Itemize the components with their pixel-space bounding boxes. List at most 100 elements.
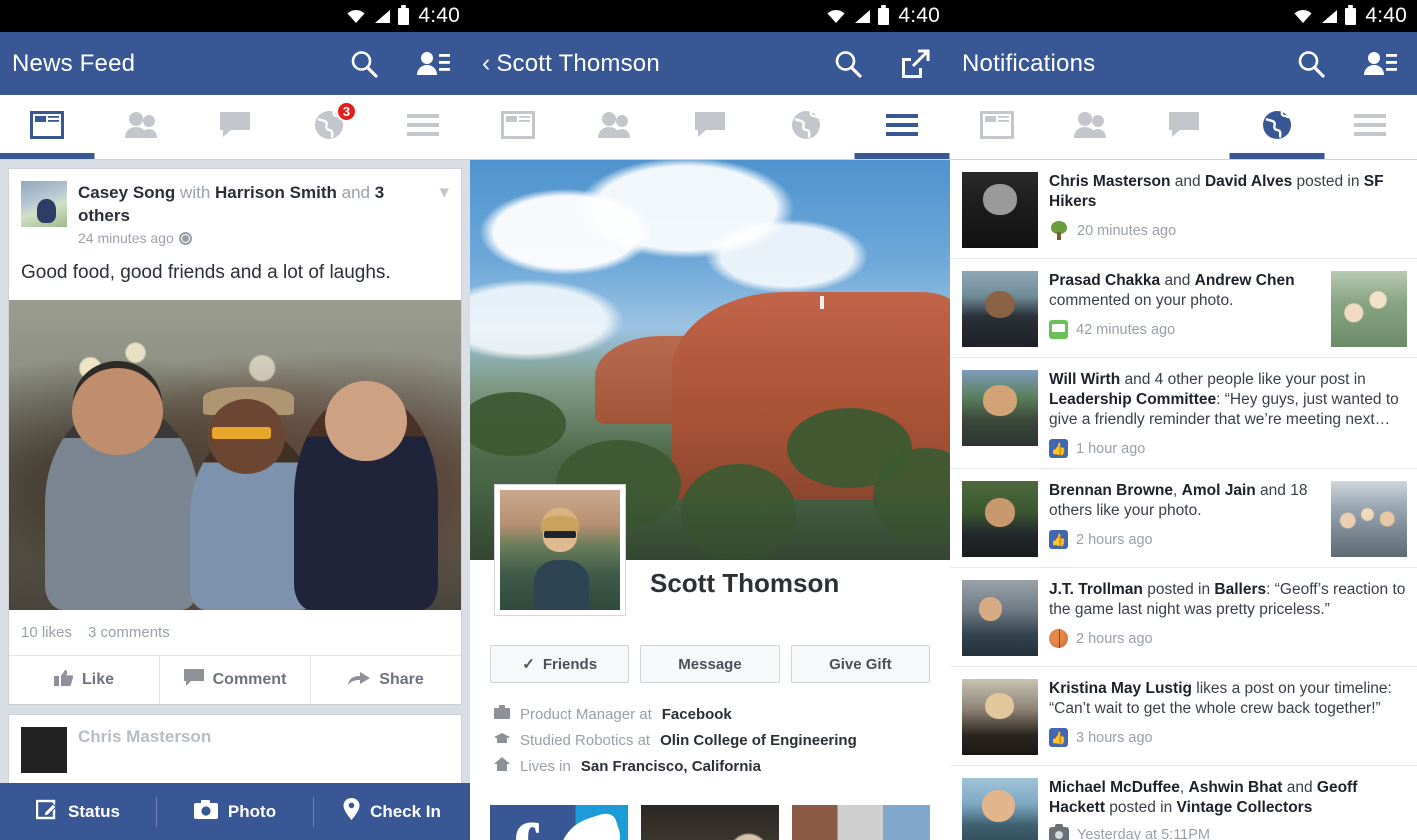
education-school[interactable]: Olin College of Engineering (660, 732, 857, 749)
notification-text: Prasad Chakka and Andrew Chen commented … (1049, 272, 1295, 309)
post-tagged[interactable]: Harrison Smith (215, 183, 337, 202)
tab-friends[interactable] (1043, 95, 1136, 159)
battery-icon (878, 4, 890, 25)
profile-picture[interactable] (495, 485, 625, 615)
post-actions: Like Comment Share (9, 656, 461, 704)
home-icon (494, 757, 510, 775)
newsfeed-icon (979, 110, 1014, 144)
notifications-list[interactable]: Chris Masterson and David Alves posted i… (950, 160, 1417, 840)
notification-row[interactable]: Brennan Browne, Amol Jain and 18 others … (950, 469, 1417, 568)
share-button[interactable]: Share (311, 656, 461, 704)
app-bar: Notifications (950, 32, 1417, 95)
notification-thumbnail[interactable] (1331, 271, 1407, 347)
feed-post-card-next[interactable]: Chris Masterson (8, 714, 462, 786)
news-feed-list[interactable]: Casey Song with Harrison Smith and 3 oth… (0, 160, 470, 840)
tab-more[interactable] (1324, 95, 1417, 159)
messages-icon (694, 111, 726, 144)
profile-photo-tiles: f (490, 805, 930, 840)
post-author[interactable]: Chris Masterson (78, 727, 211, 773)
friend-requests-icon[interactable] (416, 49, 450, 79)
notification-row[interactable]: Kristina May Lustig likes a post on your… (950, 667, 1417, 766)
comment-button[interactable]: Comment (160, 656, 311, 704)
profile-action-buttons: ✓ Friends Message Give Gift (490, 645, 930, 683)
profile-page[interactable]: Scott Thomson ✓ Friends Message Give Gif… (470, 160, 950, 840)
notification-thumbnail[interactable] (1331, 481, 1407, 557)
tab-friends[interactable] (94, 95, 188, 159)
basketball-icon (1049, 629, 1068, 648)
search-icon[interactable] (832, 48, 864, 80)
tab-notifications[interactable] (758, 95, 854, 159)
messages-icon (219, 111, 251, 144)
check-icon: ✓ (522, 656, 535, 673)
work-employer[interactable]: Facebook (662, 706, 732, 723)
tab-more[interactable] (376, 95, 470, 159)
screen-news-feed: 4:40 News Feed 3 Casey Song with Harriso… (0, 0, 470, 840)
likes-count[interactable]: 10 likes (21, 624, 72, 641)
photo-button[interactable]: Photo (157, 796, 314, 827)
share-external-icon[interactable] (900, 49, 930, 79)
profile-info-location[interactable]: Lives in San Francisco, California (494, 757, 930, 775)
friends-button[interactable]: ✓ Friends (490, 645, 630, 683)
notification-time: 20 minutes ago (1077, 222, 1177, 239)
check-in-button[interactable]: Check In (314, 797, 470, 827)
tab-messages[interactable] (1137, 95, 1230, 159)
notification-text: Will Wirth and 4 other people like your … (1049, 371, 1399, 428)
search-icon[interactable] (348, 48, 380, 80)
profile-info-education[interactable]: Studied Robotics at Olin College of Engi… (494, 731, 930, 749)
friends-icon (1072, 111, 1108, 144)
tab-news-feed[interactable] (470, 95, 566, 159)
tab-notifications[interactable]: 3 (282, 95, 376, 159)
photo-tile[interactable]: f (490, 805, 628, 840)
work-prefix: Product Manager at (520, 705, 652, 723)
avatar[interactable] (962, 370, 1038, 446)
avatar[interactable] (21, 727, 67, 773)
newsfeed-icon (501, 110, 535, 144)
post-counts: 10 likes 3 comments (9, 610, 461, 656)
notification-text: Kristina May Lustig likes a post on your… (1049, 680, 1392, 717)
give-gift-button[interactable]: Give Gift (790, 645, 930, 683)
avatar[interactable] (962, 580, 1038, 656)
camera-icon (1049, 824, 1069, 840)
friends-icon (123, 111, 159, 144)
newsfeed-icon (30, 110, 64, 144)
notification-text: J.T. Trollman posted in Ballers: “Geoff’… (1049, 581, 1406, 618)
avatar[interactable] (962, 481, 1038, 557)
notification-time: 2 hours ago (1076, 531, 1153, 548)
notification-row[interactable]: J.T. Trollman posted in Ballers: “Geoff’… (950, 568, 1417, 667)
tab-messages[interactable] (188, 95, 282, 159)
tab-more[interactable] (854, 95, 950, 159)
tab-friends[interactable] (566, 95, 662, 159)
notification-text: Brennan Browne, Amol Jain and 18 others … (1049, 482, 1308, 519)
location-city[interactable]: San Francisco, California (581, 758, 761, 775)
notification-row[interactable]: Prasad Chakka and Andrew Chen commented … (950, 259, 1417, 358)
avatar[interactable] (21, 181, 67, 227)
location-pin-icon (343, 798, 360, 825)
like-button[interactable]: Like (9, 656, 160, 704)
notification-text: Michael McDuffee, Ashwin Bhat and Geoff … (1049, 779, 1358, 816)
avatar[interactable] (962, 778, 1038, 840)
tab-notifications[interactable] (1229, 95, 1325, 159)
notification-row[interactable]: Will Wirth and 4 other people like your … (950, 358, 1417, 469)
tab-news-feed[interactable] (950, 95, 1043, 159)
notification-row[interactable]: Michael McDuffee, Ashwin Bhat and Geoff … (950, 766, 1417, 840)
profile-info-work[interactable]: Product Manager at Facebook (494, 705, 930, 723)
chevron-down-icon[interactable]: ▾ (433, 181, 449, 246)
avatar[interactable] (962, 679, 1038, 755)
back-icon[interactable]: ‹ (482, 49, 490, 78)
notification-row[interactable]: Chris Masterson and David Alves posted i… (950, 160, 1417, 259)
search-icon[interactable] (1295, 48, 1327, 80)
tab-news-feed[interactable] (0, 95, 95, 159)
post-photo[interactable] (9, 300, 461, 610)
friend-requests-icon[interactable] (1363, 49, 1397, 79)
tab-messages[interactable] (662, 95, 758, 159)
message-button[interactable]: Message (640, 645, 780, 683)
post-author[interactable]: Casey Song (78, 183, 175, 202)
feed-post-card[interactable]: Casey Song with Harrison Smith and 3 oth… (8, 168, 462, 705)
photo-tile[interactable] (792, 805, 930, 840)
photo-tile[interactable] (641, 805, 779, 840)
signal-icon (1320, 9, 1338, 24)
avatar[interactable] (962, 172, 1038, 248)
status-button[interactable]: Status (0, 796, 157, 827)
comments-count[interactable]: 3 comments (88, 624, 170, 641)
avatar[interactable] (962, 271, 1038, 347)
